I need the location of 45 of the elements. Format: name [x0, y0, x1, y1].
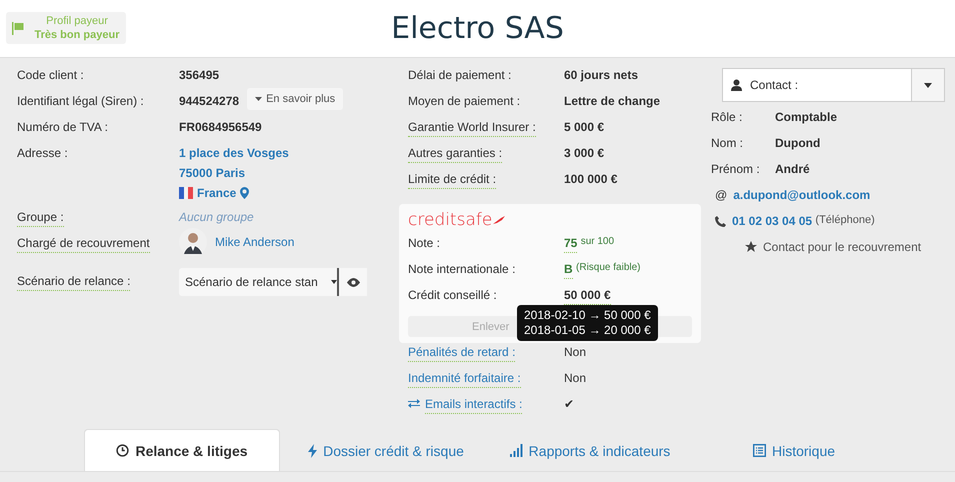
score-note: sur 100 [580, 236, 614, 247]
phone-note: (Téléphone) [815, 214, 875, 226]
score-value: B [564, 262, 573, 279]
profile-label: Profil payeur [46, 14, 108, 28]
profile-value: Très bon payeur [34, 28, 120, 42]
field-value: 100 000 € [564, 172, 618, 186]
field-label: Chargé de recouvrement [17, 236, 150, 253]
field-label: Crédit conseillé : [408, 288, 497, 304]
history-tooltip: 2018-02-10 → 50 000 € 2018-01-05 → 20 000 € [517, 305, 658, 341]
field-value: 3 000 € [564, 146, 604, 160]
field-label: Garantie World Insurer : [408, 120, 536, 137]
field-value: Non [564, 345, 586, 359]
field-value: Dupond [775, 136, 820, 150]
field-value: André [775, 162, 810, 176]
field-label: Numéro de TVA : [17, 120, 108, 136]
field-label: Moyen de paiement : [408, 94, 520, 110]
recovery-contact-label: Contact pour le recouvrement [763, 240, 922, 254]
field-label: Identifiant légal (Siren) : [17, 94, 144, 110]
field-label: Délai de paiement : [408, 68, 512, 84]
field-label: Nom : [711, 136, 744, 150]
field-label: Note : [408, 236, 440, 252]
field-label: Rôle : [711, 110, 742, 124]
field-label: Adresse : [17, 146, 68, 162]
field-label: Prénom : [711, 162, 760, 176]
field-label: Limite de crédit : [408, 172, 496, 189]
field-value: FR0684956549 [179, 120, 262, 134]
score-note: (Risque faible) [576, 262, 640, 273]
creditsafe-logo: creditsafe [408, 210, 492, 230]
field-label: Autres garanties : [408, 146, 502, 163]
field-label: Groupe : [17, 210, 64, 227]
field-value: Non [564, 371, 586, 385]
company-title: Electro SAS [391, 11, 564, 46]
field-value: Comptable [775, 110, 838, 124]
field-value: 5 000 € [564, 120, 604, 134]
field-label: Scénario de relance : [17, 274, 130, 291]
field-label: Code client : [17, 68, 84, 84]
contact-label: Contact : [750, 78, 798, 92]
score-value: 75 [564, 236, 578, 253]
field-value: 60 jours nets [564, 68, 638, 82]
at-sign: @ [715, 188, 728, 202]
field-value: ✔ [564, 397, 574, 411]
field-value: 356495 [179, 68, 220, 82]
field-value: Lettre de change [564, 94, 660, 108]
field-label: Note internationale : [408, 262, 516, 278]
field-value: 944524278 [179, 94, 240, 108]
